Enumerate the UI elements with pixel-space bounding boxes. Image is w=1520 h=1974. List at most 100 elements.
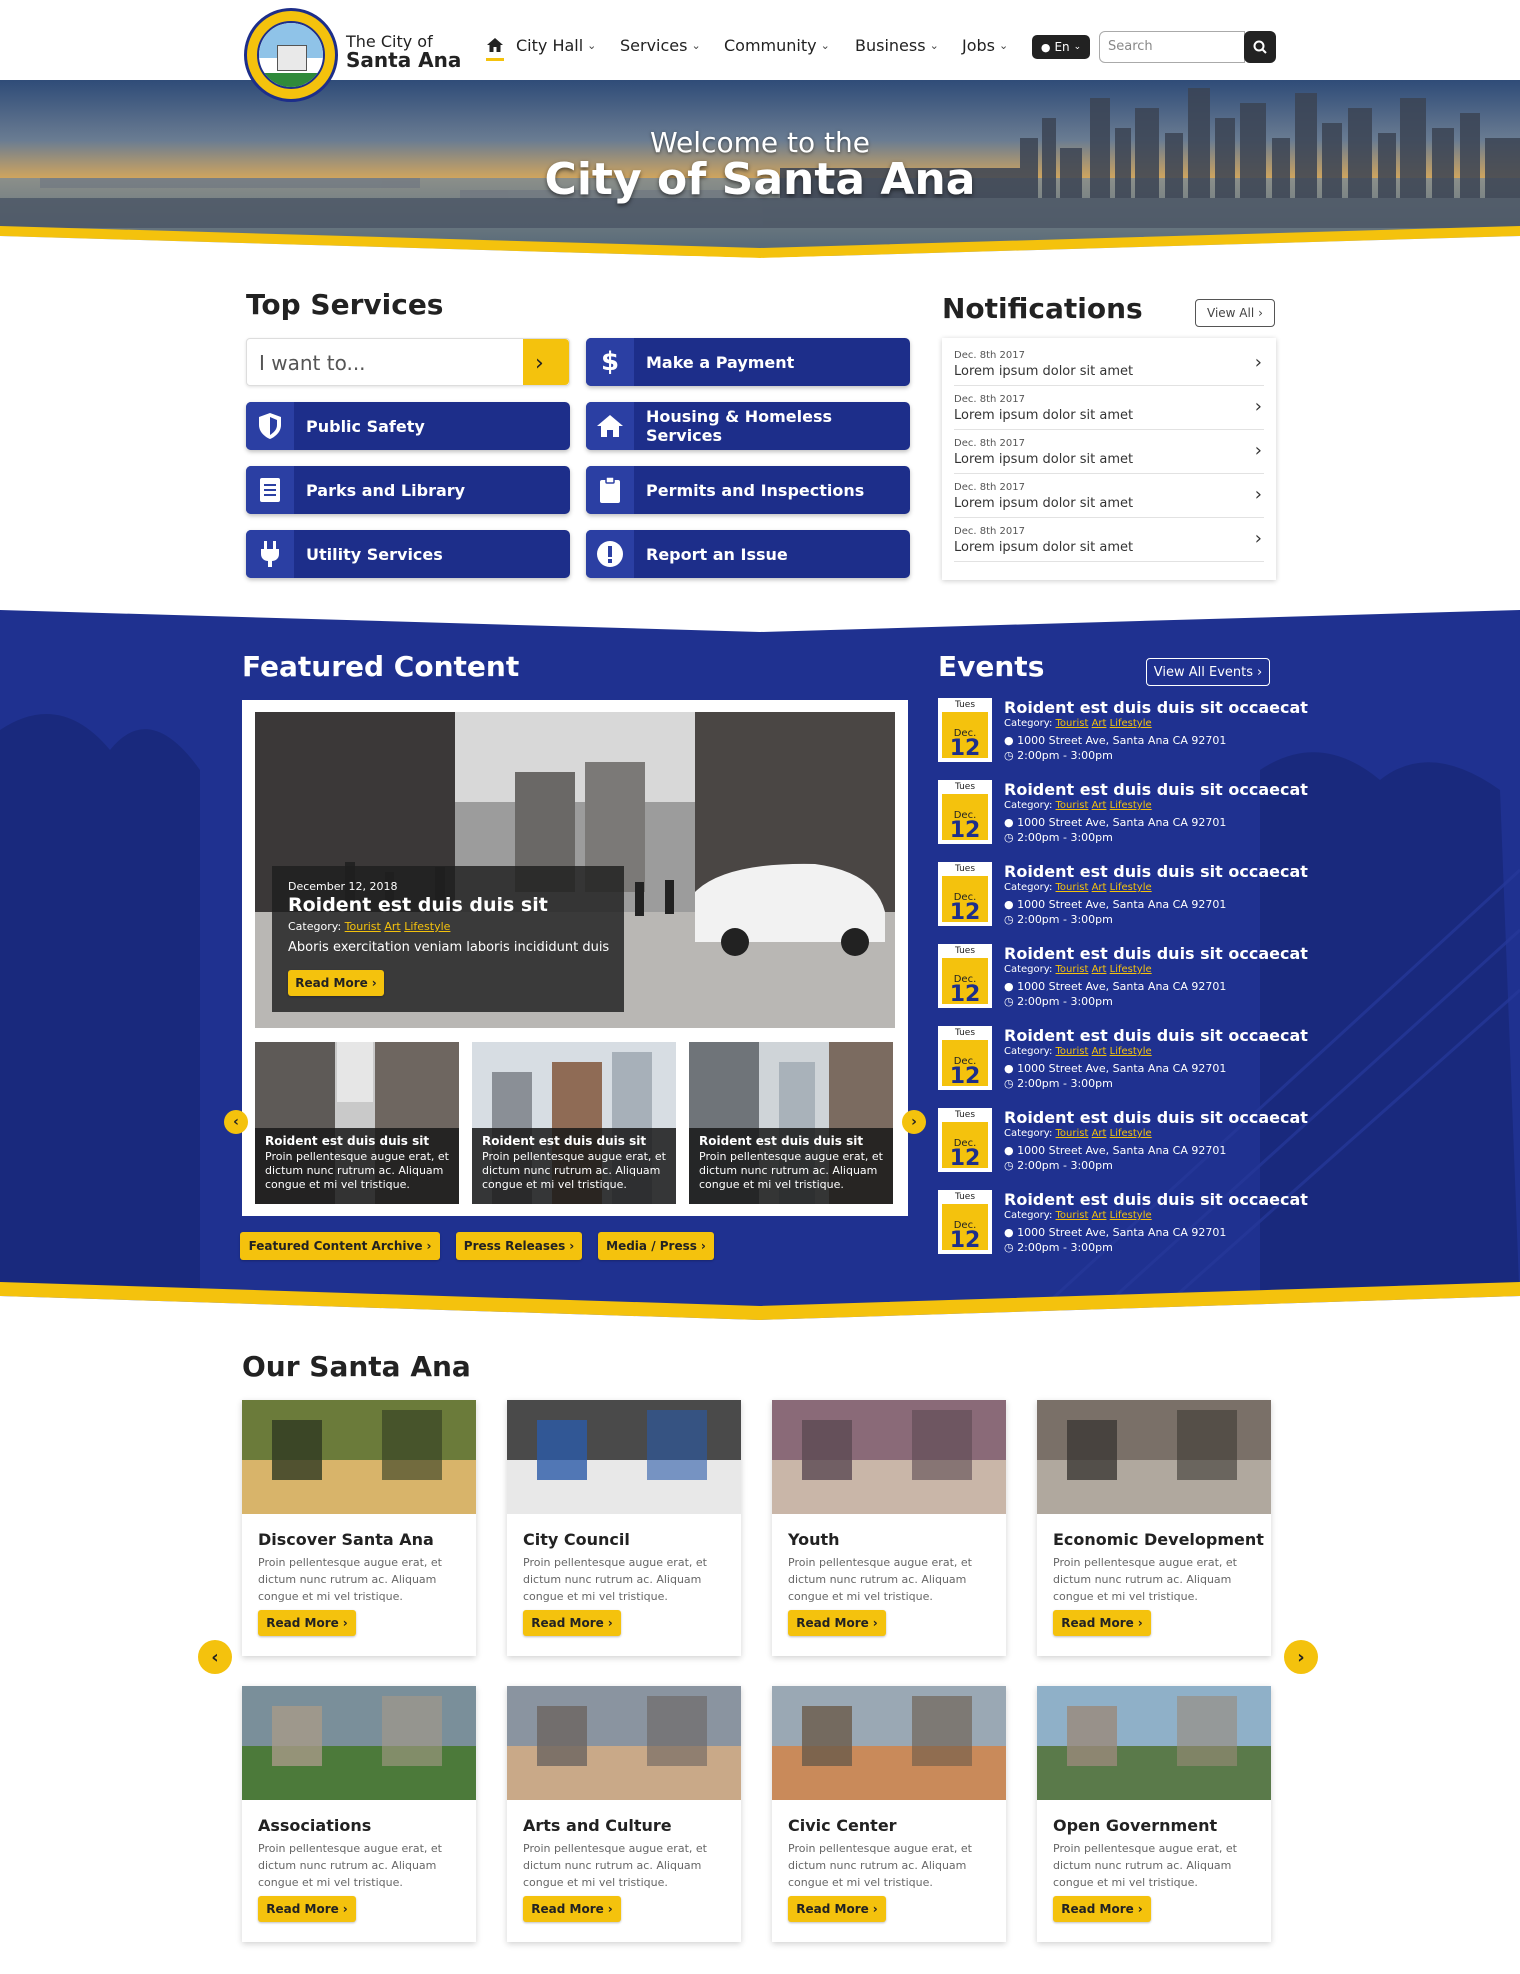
card-read-more-button[interactable]: Read More ›	[258, 1610, 356, 1636]
info-card[interactable]: Economic Development Proin pellentesque a…	[1037, 1400, 1271, 1656]
info-card[interactable]: Civic Center Proin pellentesque augue era…	[772, 1686, 1006, 1942]
event-item[interactable]: Tues Dec. 12 Roident est duis duis sit occa…	[938, 698, 1308, 770]
category-tag[interactable]: Tourist	[1056, 882, 1089, 893]
category-tag[interactable]: Lifestyle	[1110, 718, 1152, 729]
service-permits[interactable]: Permits and Inspections	[586, 466, 910, 514]
category-tag[interactable]: Art	[1092, 718, 1107, 729]
info-card[interactable]: Arts and Culture Proin pellentesque augue…	[507, 1686, 741, 1942]
nav-business[interactable]: Business ⌄	[855, 36, 939, 55]
card-read-more-button[interactable]: Read More ›	[788, 1896, 886, 1922]
event-title[interactable]: Roident est duis duis sit occaecat	[1004, 862, 1308, 881]
home-active-indicator	[486, 58, 504, 61]
featured-archive-button[interactable]: Featured Content Archive ›	[240, 1232, 440, 1260]
view-all-notifications-button[interactable]: View All ›	[1195, 299, 1275, 327]
category-tag[interactable]: Art	[1092, 1128, 1107, 1139]
service-public-safety[interactable]: Public Safety	[246, 402, 570, 450]
category-tag[interactable]: Lifestyle	[1110, 1210, 1152, 1221]
event-item[interactable]: Tues Dec. 12 Roident est duis duis sit occa…	[938, 1026, 1308, 1098]
go-button[interactable]: ›	[523, 339, 569, 385]
event-title[interactable]: Roident est duis duis sit occaecat	[1004, 1190, 1308, 1209]
service-label: Report an Issue	[646, 544, 788, 564]
featured-content-title: Featured Content	[242, 650, 520, 683]
home-icon[interactable]	[486, 36, 504, 54]
cards-prev-button[interactable]: ‹	[198, 1640, 232, 1674]
notification-item[interactable]: Dec. 8th 2017 Lorem ipsum dolor sit amet ›	[954, 386, 1264, 430]
nav-city-hall[interactable]: City Hall ⌄	[516, 36, 596, 55]
section-top-wave	[0, 596, 1520, 632]
event-title[interactable]: Roident est duis duis sit occaecat	[1004, 1108, 1308, 1127]
service-housing[interactable]: Housing & Homeless Services	[586, 402, 910, 450]
service-parks-library[interactable]: Parks and Library	[246, 466, 570, 514]
card-read-more-button[interactable]: Read More ›	[523, 1610, 621, 1636]
category-tag[interactable]: Tourist	[1056, 964, 1089, 975]
service-report-issue[interactable]: Report an Issue	[586, 530, 910, 578]
event-item[interactable]: Tues Dec. 12 Roident est duis duis sit occa…	[938, 1190, 1308, 1262]
info-card[interactable]: Discover Santa Ana Proin pellentesque aug…	[242, 1400, 476, 1656]
search-button[interactable]	[1244, 31, 1276, 63]
info-card[interactable]: Open Government Proin pellentesque augue …	[1037, 1686, 1271, 1942]
category-tag[interactable]: Lifestyle	[1110, 1128, 1152, 1139]
category-tag[interactable]: Tourist	[1056, 1210, 1089, 1221]
nav-community[interactable]: Community ⌄	[724, 36, 830, 55]
view-all-events-button[interactable]: View All Events ›	[1146, 658, 1270, 686]
carousel-next-button[interactable]: ›	[902, 1110, 926, 1134]
card-read-more-button[interactable]: Read More ›	[1053, 1896, 1151, 1922]
featured-thumb[interactable]: Roident est duis duis sit Proin pellentes…	[472, 1042, 676, 1204]
event-title[interactable]: Roident est duis duis sit occaecat	[1004, 944, 1308, 963]
category-tag[interactable]: Tourist	[1056, 1046, 1089, 1057]
notification-item[interactable]: Dec. 8th 2017 Lorem ipsum dolor sit amet ›	[954, 474, 1264, 518]
category-tag[interactable]: Art	[1092, 964, 1107, 975]
info-card[interactable]: Associations Proin pellentesque augue era…	[242, 1686, 476, 1942]
nav-services[interactable]: Services ⌄	[620, 36, 701, 55]
notification-text: Lorem ipsum dolor sit amet	[954, 540, 1134, 555]
category-tag[interactable]: Lifestyle	[1110, 1046, 1152, 1057]
category-tag[interactable]: Art	[384, 920, 400, 933]
event-day: Tues	[954, 700, 976, 710]
nav-jobs[interactable]: Jobs ⌄	[962, 36, 1008, 55]
category-tag[interactable]: Art	[1092, 882, 1107, 893]
service-utility[interactable]: Utility Services	[246, 530, 570, 578]
notification-item[interactable]: Dec. 8th 2017 Lorem ipsum dolor sit amet ›	[954, 430, 1264, 474]
event-title[interactable]: Roident est duis duis sit occaecat	[1004, 780, 1308, 799]
info-card[interactable]: City Council Proin pellentesque augue era…	[507, 1400, 741, 1656]
event-title[interactable]: Roident est duis duis sit occaecat	[1004, 1026, 1308, 1045]
notification-item[interactable]: Dec. 8th 2017 Lorem ipsum dolor sit amet ›	[954, 518, 1264, 562]
card-read-more-button[interactable]: Read More ›	[523, 1896, 621, 1922]
brand-line2[interactable]: Santa Ana	[346, 48, 461, 72]
cards-next-button[interactable]: ›	[1284, 1640, 1318, 1674]
notification-date: Dec. 8th 2017	[954, 526, 1025, 537]
category-tag[interactable]: Art	[1092, 1046, 1107, 1057]
category-tag[interactable]: Tourist	[1056, 718, 1089, 729]
i-want-to-input[interactable]: I want to... ›	[246, 338, 570, 386]
carousel-prev-button[interactable]: ‹	[224, 1110, 248, 1134]
card-read-more-button[interactable]: Read More ›	[788, 1610, 886, 1636]
city-seal-logo[interactable]	[244, 8, 338, 102]
search-input[interactable]: Search	[1099, 31, 1245, 63]
notification-item[interactable]: Dec. 8th 2017 Lorem ipsum dolor sit amet ›	[954, 342, 1264, 386]
press-releases-button[interactable]: Press Releases ›	[456, 1232, 582, 1260]
category-tag[interactable]: Lifestyle	[404, 920, 450, 933]
category-tag[interactable]: Tourist	[1056, 800, 1089, 811]
media-press-button[interactable]: Media / Press ›	[598, 1232, 714, 1260]
category-tag[interactable]: Art	[1092, 800, 1107, 811]
event-item[interactable]: Tues Dec. 12 Roident est duis duis sit occa…	[938, 780, 1308, 852]
event-item[interactable]: Tues Dec. 12 Roident est duis duis sit occa…	[938, 944, 1308, 1016]
card-read-more-button[interactable]: Read More ›	[1053, 1610, 1151, 1636]
category-tag[interactable]: Lifestyle	[1110, 964, 1152, 975]
category-tag[interactable]: Lifestyle	[1110, 882, 1152, 893]
event-title[interactable]: Roident est duis duis sit occaecat	[1004, 698, 1308, 717]
category-tag[interactable]: Art	[1092, 1210, 1107, 1221]
featured-read-more-button[interactable]: Read More ›	[288, 970, 384, 996]
card-read-more-button[interactable]: Read More ›	[258, 1896, 356, 1922]
event-item[interactable]: Tues Dec. 12 Roident est duis duis sit occa…	[938, 862, 1308, 934]
featured-thumb[interactable]: Roident est duis duis sit Proin pellentes…	[689, 1042, 893, 1204]
event-item[interactable]: Tues Dec. 12 Roident est duis duis sit occa…	[938, 1108, 1308, 1180]
info-card[interactable]: Youth Proin pellentesque augue erat, et d…	[772, 1400, 1006, 1656]
language-selector[interactable]: ● En ⌄	[1032, 35, 1090, 59]
category-tag[interactable]: Lifestyle	[1110, 800, 1152, 811]
featured-thumb[interactable]: Roident est duis duis sit Proin pellentes…	[255, 1042, 459, 1204]
featured-title[interactable]: Roident est duis duis sit	[288, 894, 548, 916]
service-make-payment[interactable]: $ Make a Payment	[586, 338, 910, 386]
category-tag[interactable]: Tourist	[345, 920, 381, 933]
category-tag[interactable]: Tourist	[1056, 1128, 1089, 1139]
